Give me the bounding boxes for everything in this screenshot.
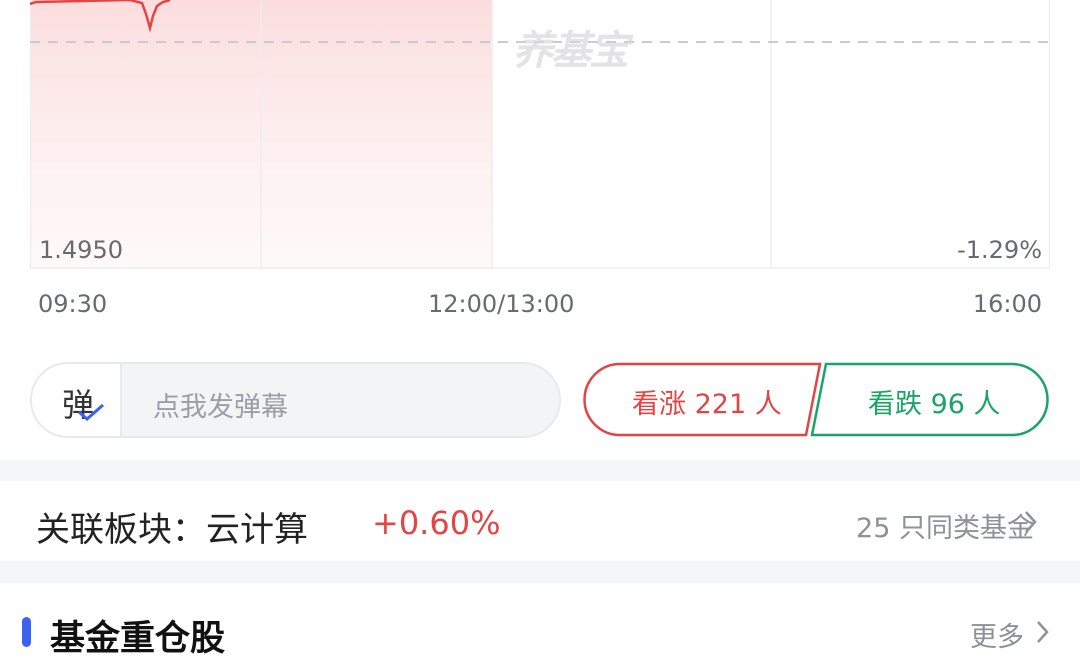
time-label-close: 16:00 xyxy=(972,290,1042,318)
chart-low-percent: -1.29% xyxy=(957,236,1042,264)
chart-section: 养基宝 1.4950 -1.29% 09:30 12:00/13:00 16:0… xyxy=(0,0,1080,460)
danmaku-toggle[interactable]: 弹 xyxy=(32,364,122,436)
time-label-mid: 12:00/13:00 xyxy=(428,290,575,318)
holdings-title: 基金重仓股 xyxy=(50,619,226,659)
section-accent-bar xyxy=(22,617,31,647)
similar-funds-link[interactable]: 25 只同类基金 xyxy=(856,506,1034,545)
sector-title: 关联板块：云计算 xyxy=(36,510,308,550)
watermark-logo: 养基宝 xyxy=(513,28,629,74)
danmaku-placeholder: 点我发弹幕 xyxy=(153,392,288,423)
chevron-right-icon[interactable] xyxy=(1024,510,1038,534)
time-label-open: 09:30 xyxy=(38,290,108,318)
vote-up-button[interactable]: 看涨 221 人 xyxy=(632,382,782,421)
chevron-right-icon[interactable] xyxy=(1036,620,1050,644)
sector-change: +0.60% xyxy=(372,504,501,542)
vote-down-button[interactable]: 看跌 96 人 xyxy=(868,382,1001,421)
intraday-chart[interactable]: 养基宝 1.4950 -1.29% xyxy=(30,0,1050,270)
check-icon xyxy=(78,403,104,421)
chart-low-price: 1.4950 xyxy=(39,236,123,264)
more-link[interactable]: 更多 xyxy=(970,615,1024,654)
danmaku-input[interactable]: 弹 点我发弹幕 xyxy=(30,362,561,438)
